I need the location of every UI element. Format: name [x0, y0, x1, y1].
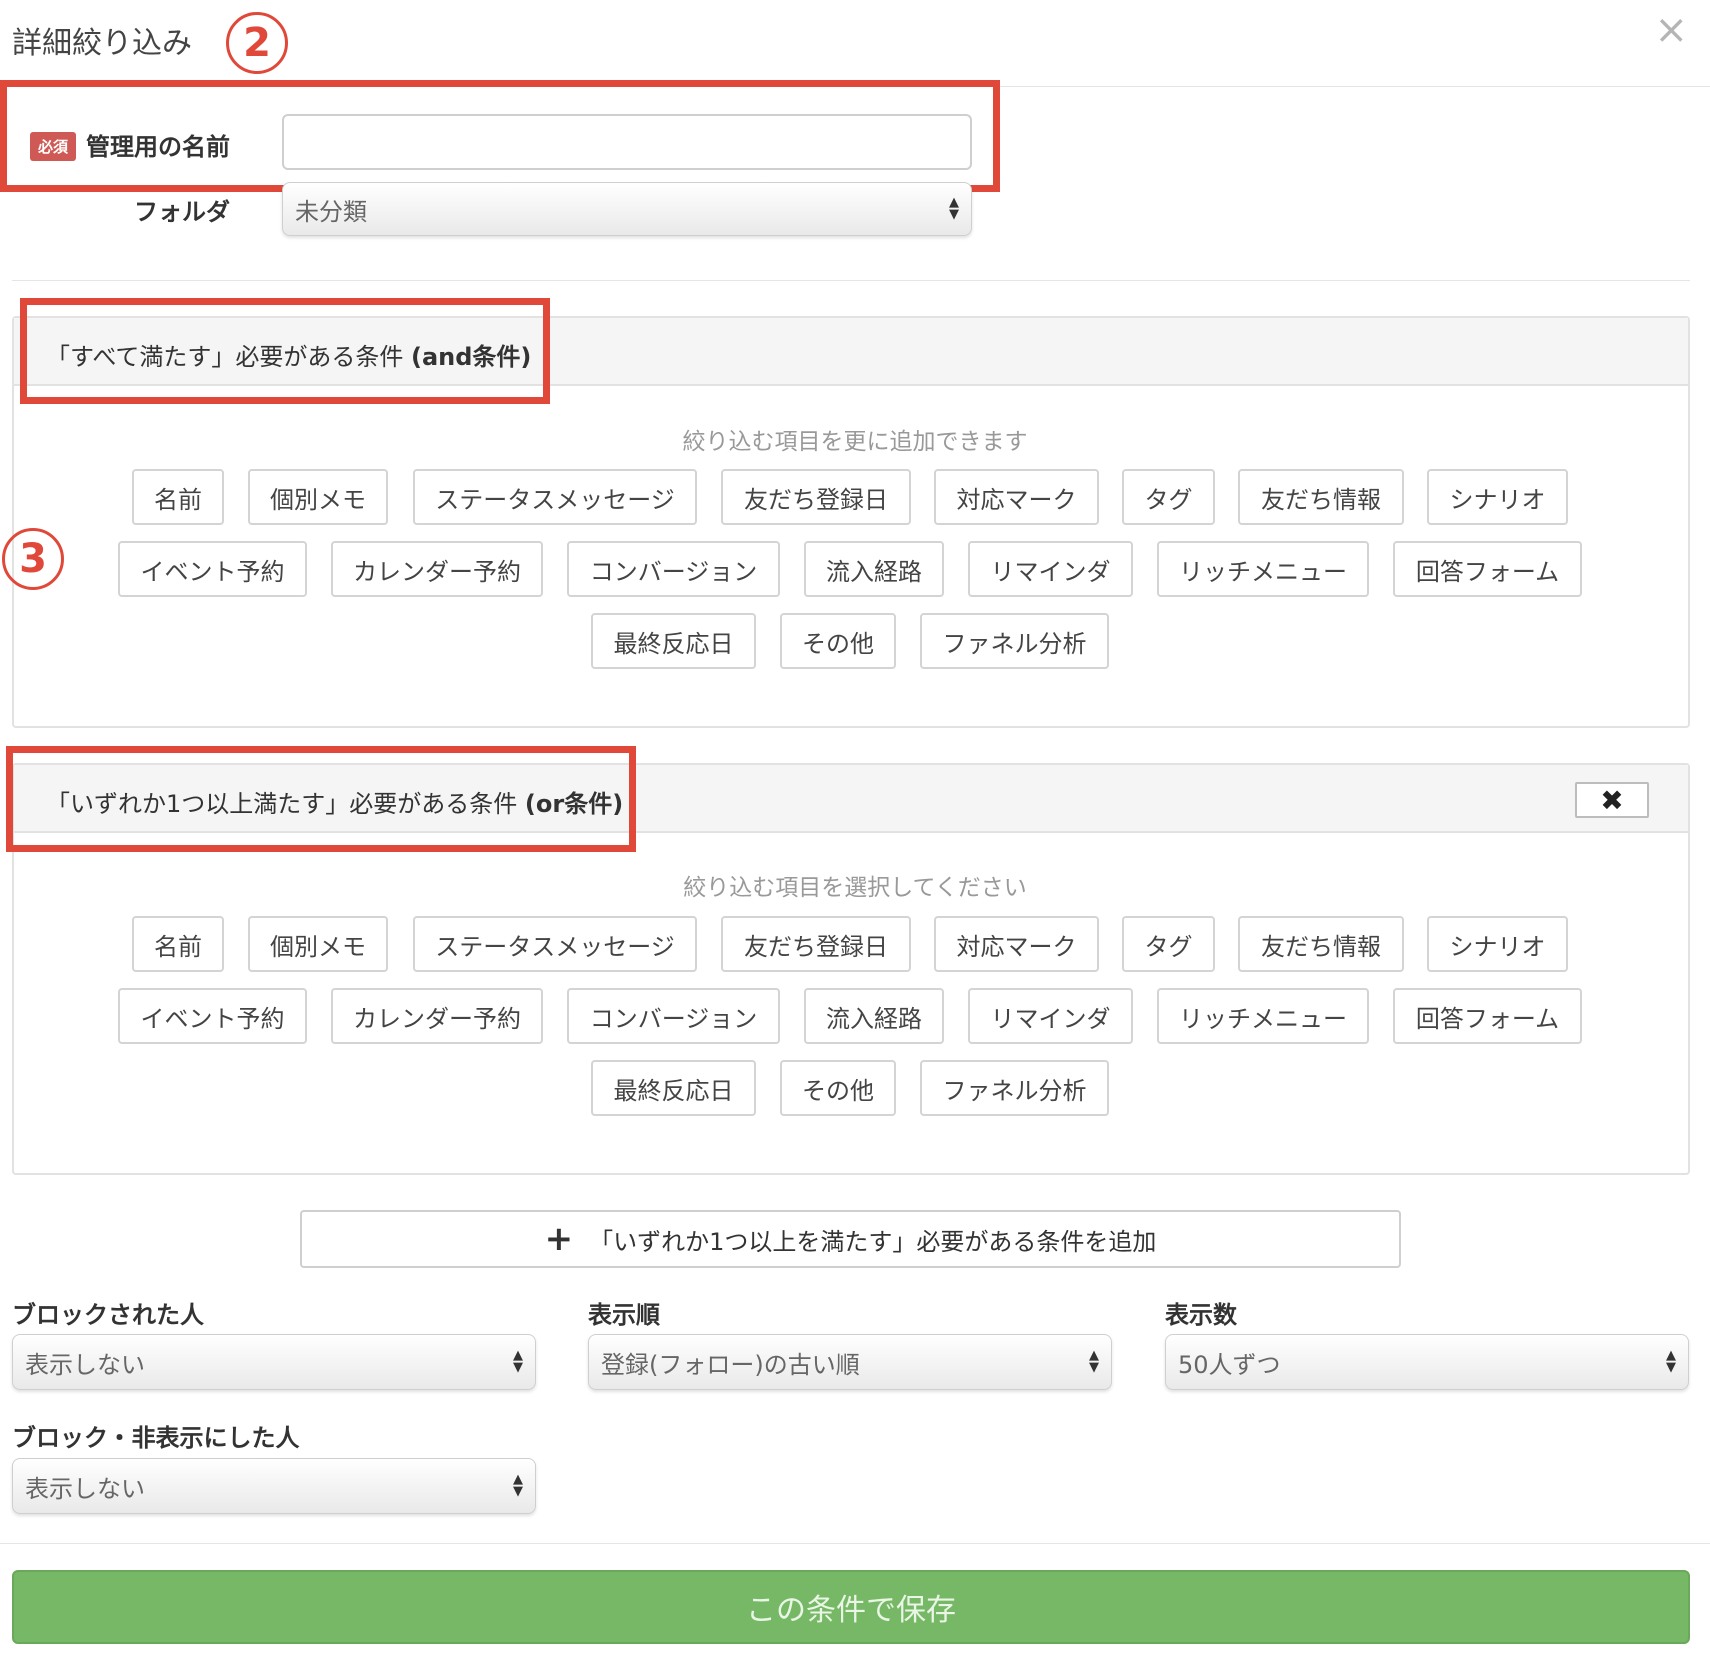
and-chip-answer-form[interactable]: 回答フォーム [1393, 541, 1582, 597]
name-label: 管理用の名前 [86, 133, 230, 161]
or-chip-memo[interactable]: 個別メモ [248, 916, 388, 972]
and-chip-conversion[interactable]: コンバージョン [567, 541, 780, 597]
or-chip-last-response[interactable]: 最終反応日 [591, 1060, 756, 1116]
or-chip-rich-menu[interactable]: リッチメニュー [1157, 988, 1369, 1044]
and-chip-friend-info[interactable]: 友だち情報 [1238, 469, 1404, 525]
count-select-value: 50人ずつ [1178, 1350, 1281, 1379]
footer-divider [0, 1543, 1710, 1544]
order-select-value: 登録(フォロー)の古い順 [601, 1350, 860, 1379]
or-chip-answer-form[interactable]: 回答フォーム [1393, 988, 1582, 1044]
or-chip-reminder[interactable]: リマインダ [968, 988, 1133, 1044]
folder-select[interactable]: 未分類 ▲ ▼ [282, 182, 972, 236]
or-chip-event[interactable]: イベント予約 [118, 988, 307, 1044]
required-badge: 必須 [30, 132, 77, 161]
and-chip-reminder[interactable]: リマインダ [968, 541, 1133, 597]
and-chip-scenario[interactable]: シナリオ [1427, 469, 1568, 525]
save-button[interactable]: この条件で保存 [12, 1570, 1690, 1644]
modal-title: 詳細絞り込み [12, 26, 192, 61]
order-select[interactable]: 登録(フォロー)の古い順 ▲ ▼ [588, 1334, 1112, 1390]
or-chip-name[interactable]: 名前 [132, 916, 224, 972]
and-chip-memo[interactable]: 個別メモ [248, 469, 388, 525]
folder-select-value: 未分類 [295, 197, 367, 226]
and-chip-rich-menu[interactable]: リッチメニュー [1157, 541, 1369, 597]
and-chip-friend-date[interactable]: 友だち登録日 [721, 469, 911, 525]
select-arrows-icon: ▲ ▼ [1666, 1348, 1676, 1375]
or-panel-hint: 絞り込む項目を選択してください [683, 875, 1027, 901]
and-chip-tag[interactable]: タグ [1122, 469, 1215, 525]
or-chip-funnel[interactable]: ファネル分析 [920, 1060, 1109, 1116]
or-chip-friend-date[interactable]: 友だち登録日 [721, 916, 911, 972]
and-chip-response-mark[interactable]: 対応マーク [934, 469, 1099, 525]
and-chip-last-response[interactable]: 最終反応日 [591, 613, 756, 669]
hidden-select-value: 表示しない [25, 1474, 145, 1503]
or-chip-status-message[interactable]: ステータスメッセージ [413, 916, 697, 972]
hidden-label: ブロック・非表示にした人 [12, 1424, 300, 1452]
or-chip-calendar[interactable]: カレンダー予約 [331, 988, 543, 1044]
and-chip-name[interactable]: 名前 [132, 469, 224, 525]
and-chip-other[interactable]: その他 [780, 613, 896, 669]
or-chip-friend-info[interactable]: 友だち情報 [1238, 916, 1404, 972]
and-chip-event[interactable]: イベント予約 [118, 541, 307, 597]
and-panel-title: 「すべて満たす」必要がある条件 (and条件) [46, 343, 532, 371]
close-icon[interactable]: × [1654, 10, 1688, 50]
blocked-label: ブロックされた人 [12, 1301, 204, 1329]
or-panel-title: 「いずれか1つ以上満たす」必要がある条件 (or条件) [46, 790, 624, 818]
select-arrows-icon: ▲ ▼ [1089, 1348, 1099, 1375]
and-chip-funnel[interactable]: ファネル分析 [920, 613, 1109, 669]
section-divider [12, 280, 1690, 281]
add-or-condition-label: 「いずれか1つ以上を満たす」必要がある条件を追加 [589, 1227, 1157, 1256]
name-input[interactable] [282, 114, 972, 170]
step-2-marker: 2 [226, 12, 288, 74]
select-arrows-icon: ▲ ▼ [949, 195, 959, 222]
or-chip-response-mark[interactable]: 対応マーク [934, 916, 1099, 972]
and-panel-hint: 絞り込む項目を更に追加できます [682, 429, 1028, 455]
count-select[interactable]: 50人ずつ ▲ ▼ [1165, 1334, 1689, 1390]
plus-icon: + [544, 1219, 574, 1259]
step-3-marker: 3 [2, 528, 64, 590]
or-chip-inflow[interactable]: 流入経路 [804, 988, 944, 1044]
blocked-select-value: 表示しない [25, 1350, 145, 1379]
or-chip-scenario[interactable]: シナリオ [1427, 916, 1568, 972]
select-arrows-icon: ▲ ▼ [513, 1348, 523, 1375]
and-chip-status-message[interactable]: ステータスメッセージ [413, 469, 697, 525]
or-chip-conversion[interactable]: コンバージョン [567, 988, 780, 1044]
folder-label: フォルダ [134, 198, 230, 226]
and-chip-calendar[interactable]: カレンダー予約 [331, 541, 543, 597]
or-chip-other[interactable]: その他 [780, 1060, 896, 1116]
add-or-condition-button[interactable]: + 「いずれか1つ以上を満たす」必要がある条件を追加 [300, 1210, 1401, 1268]
remove-or-condition-button[interactable]: ✖ [1575, 782, 1649, 818]
blocked-select[interactable]: 表示しない ▲ ▼ [12, 1334, 536, 1390]
count-label: 表示数 [1165, 1301, 1237, 1329]
order-label: 表示順 [588, 1301, 660, 1329]
and-chip-inflow[interactable]: 流入経路 [804, 541, 944, 597]
select-arrows-icon: ▲ ▼ [513, 1472, 523, 1499]
hidden-select[interactable]: 表示しない ▲ ▼ [12, 1458, 536, 1514]
or-chip-tag[interactable]: タグ [1122, 916, 1215, 972]
